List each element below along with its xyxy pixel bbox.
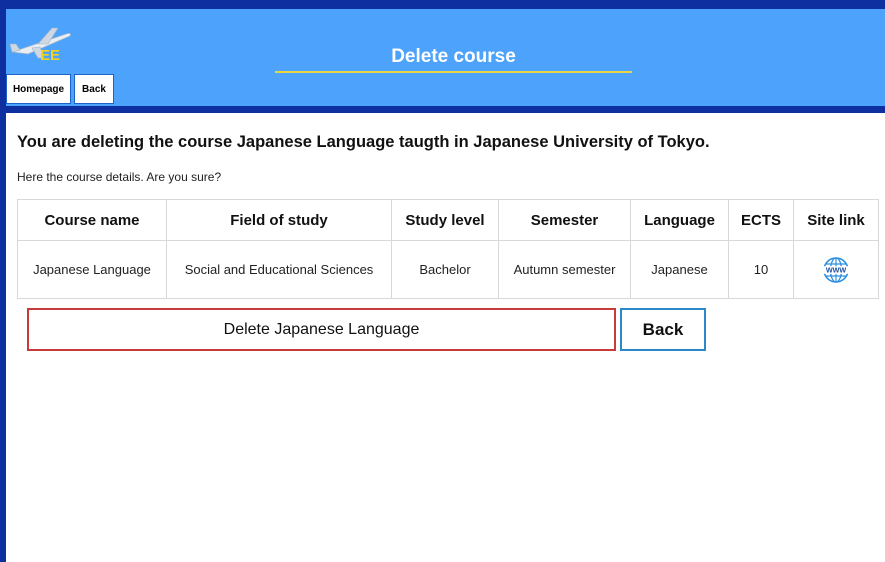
- back-nav-button[interactable]: Back: [74, 74, 114, 104]
- cell-field-of-study: Social and Educational Sciences: [166, 240, 392, 299]
- header-language: Language: [630, 199, 729, 241]
- cell-semester: Autumn semester: [498, 240, 631, 299]
- www-globe-icon[interactable]: WWW: [822, 256, 850, 284]
- header-divider: [6, 106, 885, 113]
- delete-course-button[interactable]: Delete Japanese Language: [27, 308, 616, 351]
- header-field-of-study: Field of study: [166, 199, 392, 241]
- svg-text:WWW: WWW: [826, 265, 847, 274]
- header-site-link: Site link: [793, 199, 879, 241]
- header-ects: ECTS: [728, 199, 794, 241]
- page-frame: EE Homepage Back Delete course You are d…: [6, 9, 885, 562]
- table-header-row: Course name Field of study Study level S…: [17, 199, 879, 241]
- confirmation-question: Here the course details. Are you sure?: [17, 170, 222, 184]
- course-details-table: Course name Field of study Study level S…: [17, 199, 879, 299]
- cell-study-level: Bachelor: [391, 240, 499, 299]
- header-semester: Semester: [498, 199, 631, 241]
- header: EE Homepage Back Delete course: [6, 9, 885, 106]
- airplane-logo-icon: EE: [9, 27, 71, 62]
- cell-course-name: Japanese Language: [17, 240, 167, 299]
- table-row: Japanese Language Social and Educational…: [17, 240, 879, 299]
- header-course-name: Course name: [17, 199, 167, 241]
- svg-text:EE: EE: [40, 47, 60, 62]
- delete-warning: You are deleting the course Japanese Lan…: [17, 133, 710, 151]
- homepage-button[interactable]: Homepage: [6, 74, 71, 104]
- cell-site-link: WWW: [793, 240, 879, 299]
- cell-language: Japanese: [630, 240, 729, 299]
- cell-ects: 10: [728, 240, 794, 299]
- page-title: Delete course: [275, 45, 632, 73]
- back-button[interactable]: Back: [620, 308, 706, 351]
- header-study-level: Study level: [391, 199, 499, 241]
